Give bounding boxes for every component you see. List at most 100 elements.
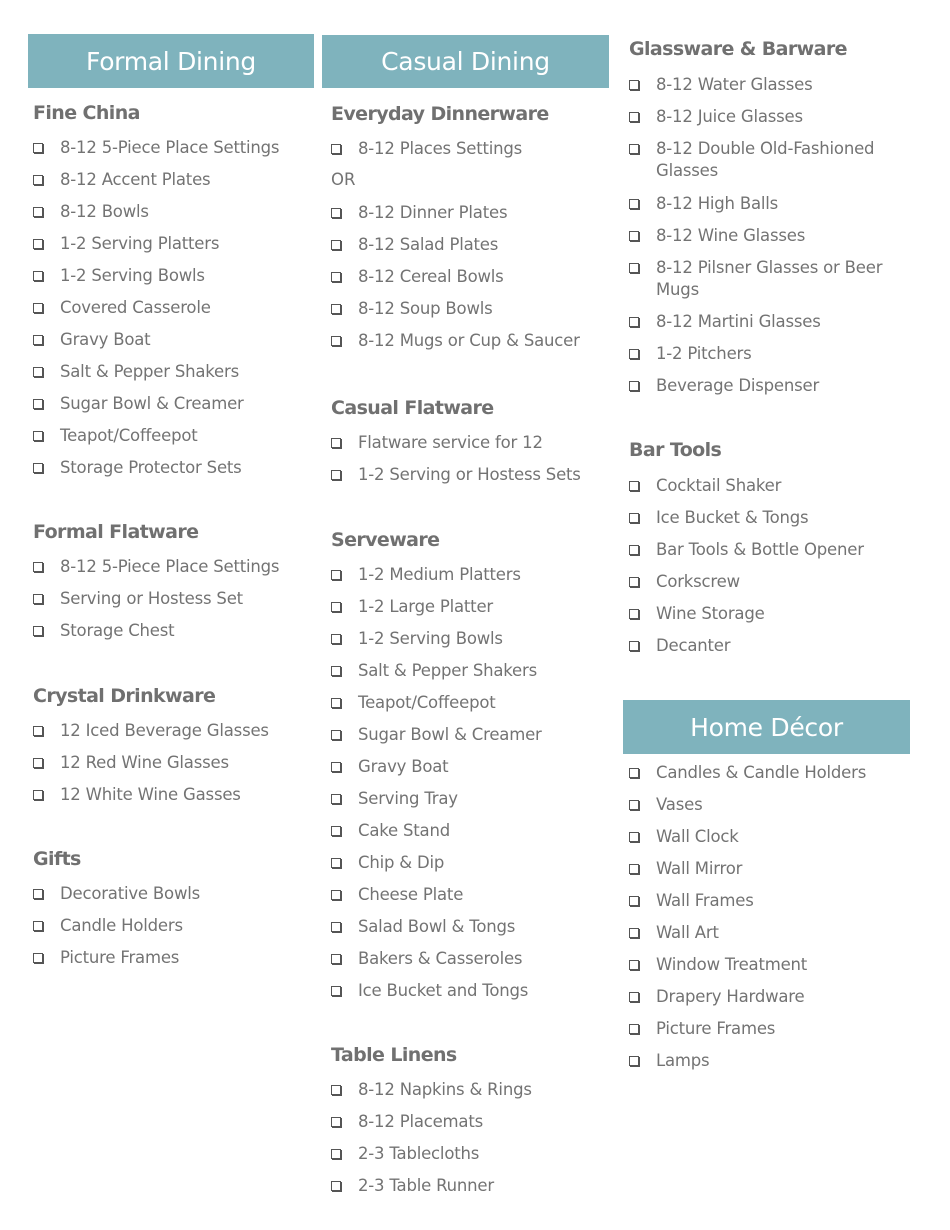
section-title: Everyday Dinnerware — [331, 103, 549, 125]
checkbox-icon[interactable] — [629, 609, 639, 619]
checkbox-icon[interactable] — [629, 199, 639, 209]
checkbox-icon[interactable] — [331, 666, 341, 676]
item-label: 8-12 Placemats — [358, 1112, 484, 1131]
checkbox-icon[interactable] — [33, 175, 43, 185]
item-label: 8-12 Salad Plates — [358, 235, 499, 254]
checkbox-icon[interactable] — [629, 1056, 639, 1066]
checkbox-icon[interactable] — [33, 758, 43, 768]
checkbox-icon[interactable] — [629, 263, 639, 273]
checkbox-icon[interactable] — [331, 438, 341, 448]
checkbox-icon[interactable] — [33, 889, 43, 899]
checkbox-icon[interactable] — [629, 381, 639, 391]
checkbox-icon[interactable] — [33, 335, 43, 345]
checkbox-icon[interactable] — [629, 1024, 639, 1034]
checkbox-icon[interactable] — [33, 562, 43, 572]
checkbox-icon[interactable] — [331, 986, 341, 996]
checkbox-icon[interactable] — [33, 239, 43, 249]
item-label: Teapot/Coffeepot — [358, 693, 496, 712]
checkbox-icon[interactable] — [629, 896, 639, 906]
item-label: Gravy Boat — [358, 757, 449, 776]
item-label: 1-2 Serving Platters — [60, 234, 220, 253]
checkbox-icon[interactable] — [629, 768, 639, 778]
checkbox-icon[interactable] — [629, 317, 639, 327]
checkbox-icon[interactable] — [331, 336, 341, 346]
checkbox-icon[interactable] — [629, 928, 639, 938]
item-label: 2-3 Tablecloths — [358, 1144, 480, 1163]
checkbox-icon[interactable] — [33, 726, 43, 736]
checkbox-icon[interactable] — [331, 272, 341, 282]
item-label: Candles & Candle Holders — [656, 763, 867, 782]
checkbox-icon[interactable] — [33, 143, 43, 153]
checkbox-icon[interactable] — [33, 953, 43, 963]
checkbox-icon[interactable] — [331, 954, 341, 964]
checkbox-icon[interactable] — [331, 730, 341, 740]
checkbox-icon[interactable] — [629, 513, 639, 523]
checkbox-icon[interactable] — [331, 698, 341, 708]
checkbox-icon[interactable] — [629, 960, 639, 970]
checkbox-icon[interactable] — [331, 570, 341, 580]
item-label: Cheese Plate — [358, 885, 464, 904]
checkbox-icon[interactable] — [331, 1117, 341, 1127]
item-label: Salad Bowl & Tongs — [358, 917, 516, 936]
checkbox-icon[interactable] — [629, 231, 639, 241]
checkbox-icon[interactable] — [331, 208, 341, 218]
item-label: 8-12 Mugs or Cup & Saucer — [358, 331, 580, 350]
item-label: 1-2 Medium Platters — [358, 565, 521, 584]
checkbox-icon[interactable] — [331, 794, 341, 804]
checkbox-icon[interactable] — [331, 470, 341, 480]
section-title: Table Linens — [331, 1044, 457, 1066]
checkbox-icon[interactable] — [629, 80, 639, 90]
item-label: 8-12 Dinner Plates — [358, 203, 508, 222]
item-label: 8-12 Water Glasses — [656, 75, 813, 94]
checkbox-icon[interactable] — [331, 1085, 341, 1095]
checkbox-icon[interactable] — [331, 634, 341, 644]
checkbox-icon[interactable] — [33, 399, 43, 409]
checkbox-icon[interactable] — [33, 790, 43, 800]
item-label: Wall Clock — [656, 827, 739, 846]
checkbox-icon[interactable] — [331, 922, 341, 932]
checkbox-icon[interactable] — [331, 144, 341, 154]
checkbox-icon[interactable] — [33, 271, 43, 281]
item-label: Wall Art — [656, 923, 719, 942]
item-label: Chip & Dip — [358, 853, 445, 872]
checkbox-icon[interactable] — [331, 304, 341, 314]
checkbox-icon[interactable] — [33, 626, 43, 636]
checkbox-icon[interactable] — [629, 800, 639, 810]
checkbox-icon[interactable] — [629, 832, 639, 842]
checkbox-icon[interactable] — [331, 1149, 341, 1159]
item-label: Wine Storage — [656, 604, 765, 623]
checkbox-icon[interactable] — [33, 207, 43, 217]
checkbox-icon[interactable] — [629, 545, 639, 555]
checkbox-icon[interactable] — [629, 112, 639, 122]
checkbox-icon[interactable] — [33, 431, 43, 441]
item-label: Window Treatment — [656, 955, 808, 974]
checkbox-icon[interactable] — [33, 921, 43, 931]
checkbox-icon[interactable] — [629, 349, 639, 359]
checkbox-icon[interactable] — [629, 992, 639, 1002]
checkbox-icon[interactable] — [331, 602, 341, 612]
checkbox-icon[interactable] — [33, 367, 43, 377]
checkbox-icon[interactable] — [33, 303, 43, 313]
item-label: Sugar Bowl & Creamer — [60, 394, 244, 413]
checkbox-icon[interactable] — [331, 858, 341, 868]
item-label: 2-3 Table Runner — [358, 1176, 494, 1195]
item-label: Drapery Hardware — [656, 987, 805, 1006]
item-label: Serving or Hostess Set — [60, 589, 243, 608]
checkbox-icon[interactable] — [331, 762, 341, 772]
item-label: Cake Stand — [358, 821, 450, 840]
checkbox-icon[interactable] — [33, 463, 43, 473]
item-label: Lamps — [656, 1051, 710, 1070]
item-label: 8-12 Pilsner Glasses or Beer Mugs — [656, 258, 883, 299]
checkbox-icon[interactable] — [629, 144, 639, 154]
checkbox-icon[interactable] — [331, 240, 341, 250]
item-label: Decanter — [656, 636, 731, 655]
checkbox-icon[interactable] — [331, 1181, 341, 1191]
checkbox-icon[interactable] — [331, 890, 341, 900]
checkbox-icon[interactable] — [331, 826, 341, 836]
checkbox-icon[interactable] — [629, 864, 639, 874]
checkbox-icon[interactable] — [33, 594, 43, 604]
checkbox-icon[interactable] — [629, 641, 639, 651]
checkbox-icon[interactable] — [629, 577, 639, 587]
section-title: Casual Flatware — [331, 397, 494, 419]
checkbox-icon[interactable] — [629, 481, 639, 491]
